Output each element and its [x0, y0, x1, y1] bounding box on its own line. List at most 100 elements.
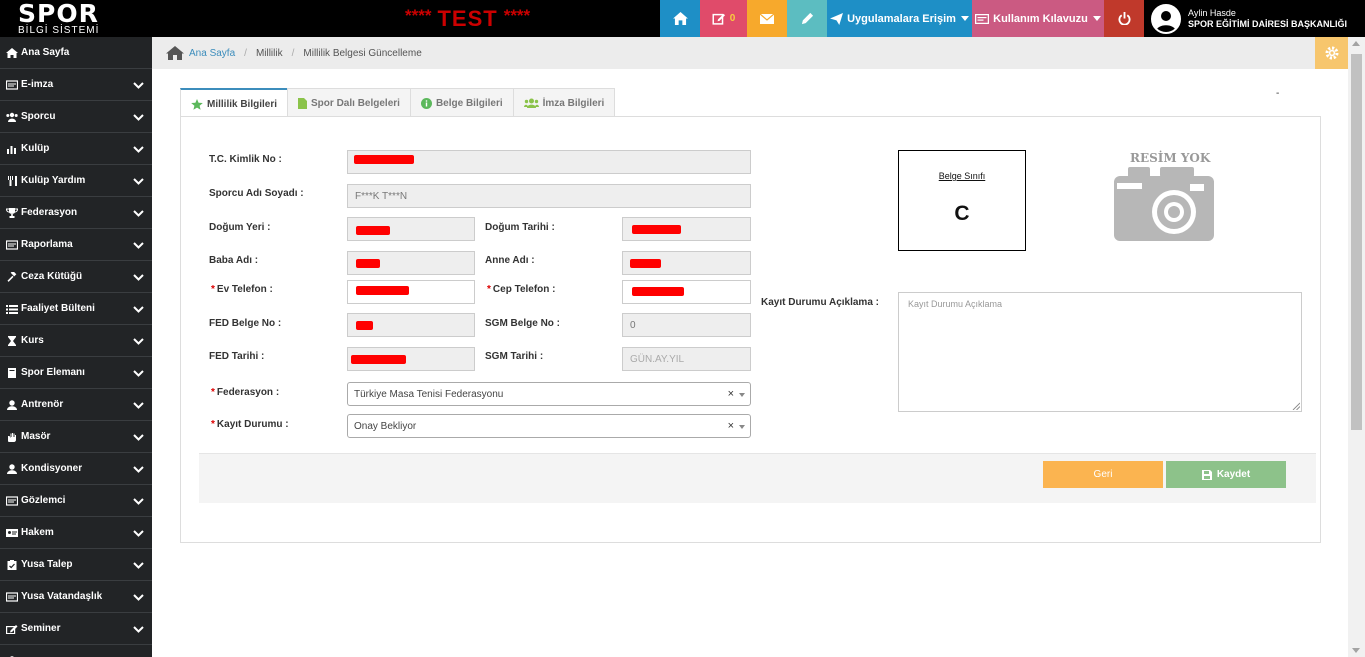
chevron-down-icon — [133, 81, 144, 92]
document-class-label: Belge Sınıfı — [938, 171, 986, 181]
scroll-up-arrow[interactable] — [1352, 41, 1360, 46]
chevron-down-icon — [133, 337, 144, 348]
hourglass-icon — [6, 335, 18, 346]
card-icon — [6, 79, 18, 90]
chevron-down-icon — [133, 369, 144, 380]
edit-icon — [6, 624, 18, 634]
sidebar-item-e-imza[interactable]: E-imza — [0, 69, 152, 101]
federation-select[interactable]: Türkiye Masa Tenisi Federasyonu × — [347, 382, 751, 406]
sidebar-item-ana-sayfa[interactable]: Ana Sayfa — [0, 37, 152, 69]
card-icon — [6, 495, 18, 506]
sidebar-item-ceza-k-t[interactable]: Ceza Kütüğü — [0, 261, 152, 293]
save-button[interactable]: Kaydet — [1166, 461, 1286, 488]
document-class-value: C — [954, 202, 970, 225]
redaction — [356, 259, 380, 268]
back-button[interactable]: Geri — [1043, 461, 1163, 488]
user-profile[interactable]: Aylin Hasde SPOR EĞİTİMİ DAİRESİ BAŞKANL… — [1144, 0, 1365, 37]
sidebar-item-yusa-talep[interactable]: Yusa Talep — [0, 549, 152, 581]
sidebar-item-g-zlemci[interactable]: Gözlemci — [0, 485, 152, 517]
breadcrumb-millilik[interactable]: Millilik — [256, 48, 283, 59]
redaction — [351, 355, 406, 364]
edit-button[interactable] — [787, 0, 827, 37]
chevron-down-icon — [133, 465, 144, 476]
sidebar-item-kul-p-yard-m[interactable]: Kulüp Yardım — [0, 165, 152, 197]
sidebar-item-spor-eleman[interactable]: Spor Elemanı — [0, 357, 152, 389]
settings-button[interactable] — [1315, 37, 1348, 69]
home-button[interactable] — [660, 0, 700, 37]
chevron-down-icon — [133, 145, 144, 156]
user-guide-dropdown[interactable]: Kullanım Kılavuzu — [972, 0, 1104, 37]
chevron-down-icon — [133, 625, 144, 636]
dropdown-arrow-icon[interactable] — [739, 425, 745, 429]
tab-label: Millilik Bilgileri — [207, 98, 278, 110]
save-label: Kaydet — [1216, 469, 1251, 480]
sgm-document-no-label: SGM Belge No : — [485, 318, 561, 329]
scroll-down-arrow[interactable] — [1352, 648, 1360, 653]
sidebar-item-sporcu[interactable]: Sporcu — [0, 101, 152, 133]
dropdown-arrow-icon[interactable] — [739, 393, 745, 397]
sidebar-item-faaliyet-b-lteni[interactable]: Faaliyet Bülteni — [0, 293, 152, 325]
tab-label: İmza Bilgileri — [542, 97, 605, 109]
sidebar-item-seminer[interactable]: Seminer — [0, 613, 152, 645]
messages-button[interactable] — [747, 0, 787, 37]
sidebar-item-kurs[interactable]: Kurs — [0, 325, 152, 357]
scrollbar-thumb[interactable] — [1351, 54, 1362, 430]
apps-access-dropdown[interactable]: Uygulamalara Erişim — [827, 0, 972, 37]
required-mark: * — [211, 284, 215, 295]
redaction — [632, 225, 681, 234]
page-scrollbar[interactable] — [1348, 37, 1365, 657]
test-stars-right: **** — [503, 6, 531, 25]
required-mark: * — [211, 419, 215, 430]
tab-sport-branch-documents[interactable]: Spor Dalı Belgeleri — [287, 88, 411, 117]
notification-count: 0 — [729, 13, 736, 24]
status-note-textarea[interactable]: Kayıt Durumu Açıklama — [898, 292, 1302, 412]
sidebar: Ana Sayfa E-imza Sporcu Kulüp Kulüp Yardım Fe… — [0, 37, 152, 657]
chevron-down-icon — [133, 529, 144, 540]
required-mark: * — [211, 387, 215, 398]
tab-signature-info[interactable]: İmza Bilgileri — [512, 88, 616, 117]
users-icon — [6, 112, 18, 122]
sidebar-item-mas-r[interactable]: Masör — [0, 421, 152, 453]
sidebar-item-raporlama[interactable]: Raporlama — [0, 229, 152, 261]
resize-handle-icon[interactable] — [1292, 402, 1300, 410]
logo-main-text: SPOR — [18, 0, 99, 28]
sidebar-item-yusa-vatanda-l-k[interactable]: Yusa Vatandaşlık — [0, 581, 152, 613]
star-icon — [191, 98, 203, 110]
tab-bar: Millilik Bilgileri Spor Dalı Belgeleri B… — [180, 88, 616, 118]
redaction — [356, 286, 409, 295]
sidebar-item-label: Yusa Vatandaşlık — [21, 591, 103, 602]
status-select[interactable]: Onay Bekliyor × — [347, 414, 751, 438]
redaction — [630, 259, 661, 268]
logout-button[interactable] — [1104, 0, 1144, 37]
federation-label-text: Federasyon : — [216, 387, 280, 398]
info-icon — [420, 97, 432, 109]
breadcrumb-home-link[interactable]: Ana Sayfa — [189, 48, 235, 59]
status-label-text: Kayıt Durumu : — [216, 419, 289, 430]
tab-millilik-info[interactable]: Millilik Bilgileri — [180, 88, 289, 118]
clear-selection-icon[interactable]: × — [728, 388, 734, 400]
sidebar-item-antren-r[interactable]: Antrenör — [0, 389, 152, 421]
redaction — [632, 287, 684, 296]
clipboard-icon — [6, 559, 18, 570]
sidebar-item-federasyon[interactable]: Federasyon — [0, 197, 152, 229]
tab-bar-extra: - — [1276, 88, 1280, 99]
sidebar-item-kondisyoner[interactable]: Kondisyoner — [0, 453, 152, 485]
sidebar-item-item[interactable] — [0, 645, 152, 657]
athlete-name-field: F***K T***N — [347, 184, 751, 208]
logo-sub-text: BİLGİ SİSTEMİ — [18, 25, 100, 36]
sidebar-item-label: Yusa Talep — [21, 559, 73, 570]
sidebar-item-label: E-imza — [21, 79, 54, 90]
sidebar-item-kul-p[interactable]: Kulüp — [0, 133, 152, 165]
pencil-icon — [801, 12, 813, 25]
clear-selection-icon[interactable]: × — [728, 420, 734, 432]
book-icon — [6, 367, 18, 378]
test-banner: **** TEST **** — [405, 6, 530, 32]
sidebar-item-hakem[interactable]: Hakem — [0, 517, 152, 549]
card-icon — [975, 13, 990, 24]
federation-selected-value: Türkiye Masa Tenisi Federasyonu — [354, 388, 504, 400]
app-logo[interactable]: SPOR BİLGİ SİSTEMİ — [0, 0, 152, 37]
tab-document-info[interactable]: Belge Bilgileri — [409, 88, 514, 117]
mobile-phone-label-text: Cep Telefon : — [492, 284, 556, 295]
document-class-box: Belge Sınıfı C — [898, 150, 1026, 251]
notifications-button[interactable]: 0 — [700, 0, 747, 37]
